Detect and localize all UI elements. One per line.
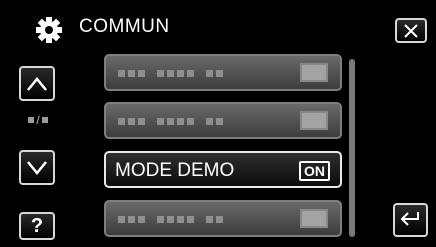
menu-item-label-obscured [118, 215, 223, 223]
menu-item-demo-mode[interactable]: MODE DEMO ON [104, 151, 342, 188]
scroll-up-button[interactable] [19, 66, 55, 101]
page-title: COMMUN [79, 16, 170, 37]
scrollbar[interactable] [349, 59, 355, 237]
menu-item-label-obscured [118, 117, 223, 125]
close-icon [404, 23, 418, 38]
help-label: ? [30, 215, 44, 237]
menu-header: COMMUN [0, 0, 436, 48]
menu-item-value-obscured [300, 111, 328, 130]
status-badge: ON [299, 161, 330, 181]
menu-item-value-obscured [300, 63, 328, 82]
close-button[interactable] [395, 18, 427, 43]
page-indicator: / [22, 113, 54, 127]
gear-icon [36, 17, 62, 43]
return-icon [400, 212, 419, 226]
back-button[interactable] [393, 203, 428, 237]
menu-item-value-obscured [300, 209, 328, 228]
scroll-down-button[interactable] [19, 150, 55, 185]
chevron-up-icon [27, 76, 47, 91]
page-separator: / [36, 113, 40, 127]
current-page-block [28, 117, 35, 123]
help-button[interactable]: ? [19, 212, 55, 240]
menu-item-label: MODE DEMO [115, 160, 235, 181]
menu-item-4[interactable] [104, 200, 342, 237]
menu-item-2[interactable] [104, 102, 342, 139]
chevron-down-icon [27, 160, 47, 175]
total-pages-block [41, 117, 48, 123]
menu-item-label-obscured [118, 69, 223, 77]
menu-item-1[interactable] [104, 54, 342, 91]
